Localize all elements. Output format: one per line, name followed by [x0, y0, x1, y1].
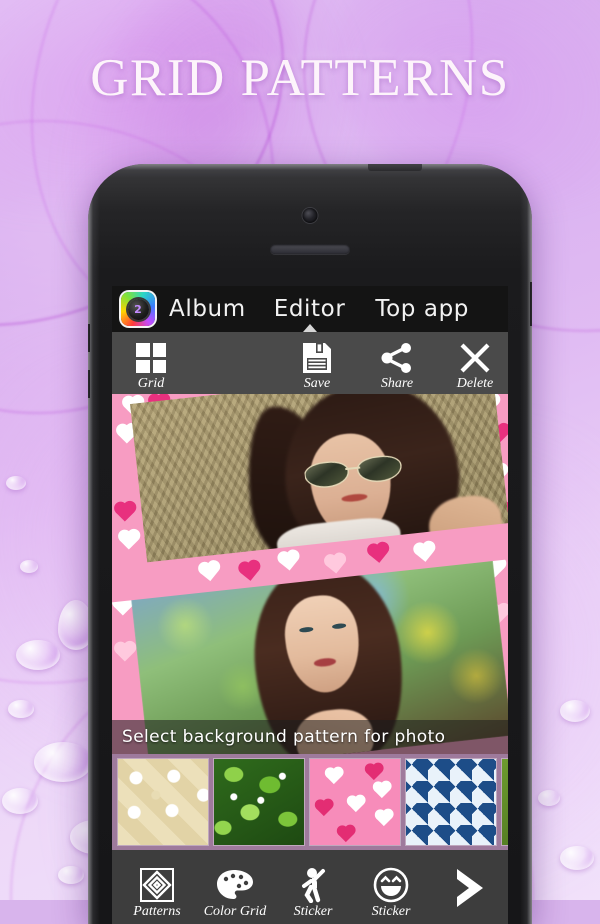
header-tabs: Album Editor Top app [155, 296, 508, 332]
tab-top-app[interactable]: Top app [375, 296, 469, 322]
share-button[interactable]: Share [360, 341, 434, 392]
bottom-toolbar: Patterns Color Grid Sticker Sticker [112, 850, 508, 924]
phone-volume-down-button [88, 370, 90, 398]
pattern-thumbnail-strip[interactable] [112, 754, 508, 850]
grid-button-label: Grid [137, 376, 165, 391]
patterns-button-label: Patterns [133, 904, 181, 919]
water-droplet [560, 846, 594, 870]
water-droplet [560, 700, 590, 722]
delete-button[interactable]: Delete [438, 341, 508, 392]
heart-shape [115, 503, 135, 522]
app-logo-icon[interactable]: 2 [121, 292, 155, 326]
hint-text: Select background pattern for photo [122, 727, 446, 747]
share-button-label: Share [380, 376, 414, 391]
smiley-face-icon [373, 866, 409, 904]
sticker-smiley-button-label: Sticker [371, 904, 411, 919]
phone-top-button [368, 164, 422, 171]
person-jumping-icon [297, 866, 329, 904]
tab-top-app-label: Top app [375, 296, 470, 322]
phone-silent-switch [530, 282, 532, 326]
heart-shape [415, 543, 434, 562]
phone-mockup: 2 Album Editor Top app Grid Save Share D… [88, 164, 532, 924]
save-button-label: Save [303, 376, 331, 391]
concentric-diamond-icon [140, 866, 174, 904]
heart-shape [279, 552, 298, 571]
hint-bar: Select background pattern for photo [112, 720, 508, 754]
floppy-disk-icon [302, 341, 332, 375]
tab-editor[interactable]: Editor [273, 296, 346, 332]
heart-shape [119, 531, 139, 550]
water-droplet [58, 866, 84, 884]
editor-toolbar: Grid Save Share Delete [112, 332, 508, 394]
heart-shape [200, 562, 219, 582]
pattern-thumb-green-leaves[interactable] [214, 759, 304, 845]
pattern-thumb-blue-diamonds[interactable] [406, 759, 496, 845]
active-tab-indicator-icon [302, 324, 317, 332]
tab-album-label: Album [169, 296, 246, 322]
water-droplet [538, 790, 560, 806]
phone-screen: 2 Album Editor Top app Grid Save Share D… [112, 286, 508, 924]
heart-shape [240, 562, 259, 581]
phone-volume-up-button [88, 324, 90, 352]
tab-album[interactable]: Album [169, 296, 246, 322]
share-nodes-icon [381, 341, 413, 375]
sticker-person-button-label: Sticker [293, 904, 333, 919]
color-grid-button-label: Color Grid [203, 904, 267, 919]
water-droplet [34, 742, 92, 782]
page-title: GRID PATTERNS [90, 49, 510, 107]
heart-shape [369, 544, 388, 563]
app-logo-badge: 2 [127, 298, 149, 320]
water-droplet [16, 640, 60, 670]
pattern-thumb-green-bokeh[interactable] [502, 759, 508, 845]
water-droplet [6, 476, 26, 490]
delete-button-label: Delete [456, 376, 494, 391]
pattern-thumb-cream-circles[interactable] [118, 759, 208, 845]
tab-editor-label: Editor [273, 296, 346, 322]
color-grid-button[interactable]: Color Grid [196, 866, 274, 920]
sticker-person-button[interactable]: Sticker [274, 866, 352, 920]
next-button[interactable] [440, 866, 500, 910]
heart-shape [115, 643, 135, 662]
app-header: 2 Album Editor Top app [112, 286, 508, 332]
palette-icon [216, 866, 254, 904]
earpiece-speaker [270, 244, 350, 254]
water-droplet [20, 560, 38, 573]
water-droplet [2, 788, 38, 814]
heart-shape [326, 555, 345, 574]
close-x-icon [459, 341, 491, 375]
collage-frame[interactable]: Select background pattern for photo [112, 394, 508, 754]
front-camera-icon [302, 208, 318, 223]
sticker-smiley-button[interactable]: Sticker [352, 866, 430, 920]
photo-canvas[interactable]: Select background pattern for photo [112, 394, 508, 754]
patterns-button[interactable]: Patterns [118, 866, 196, 920]
water-droplet [8, 700, 34, 718]
save-button[interactable]: Save [280, 341, 354, 392]
grid-button[interactable]: Grid [114, 341, 188, 392]
pattern-thumb-pink-hearts[interactable] [310, 759, 400, 845]
chevron-right-icon [449, 866, 491, 910]
grid-icon [136, 341, 166, 375]
